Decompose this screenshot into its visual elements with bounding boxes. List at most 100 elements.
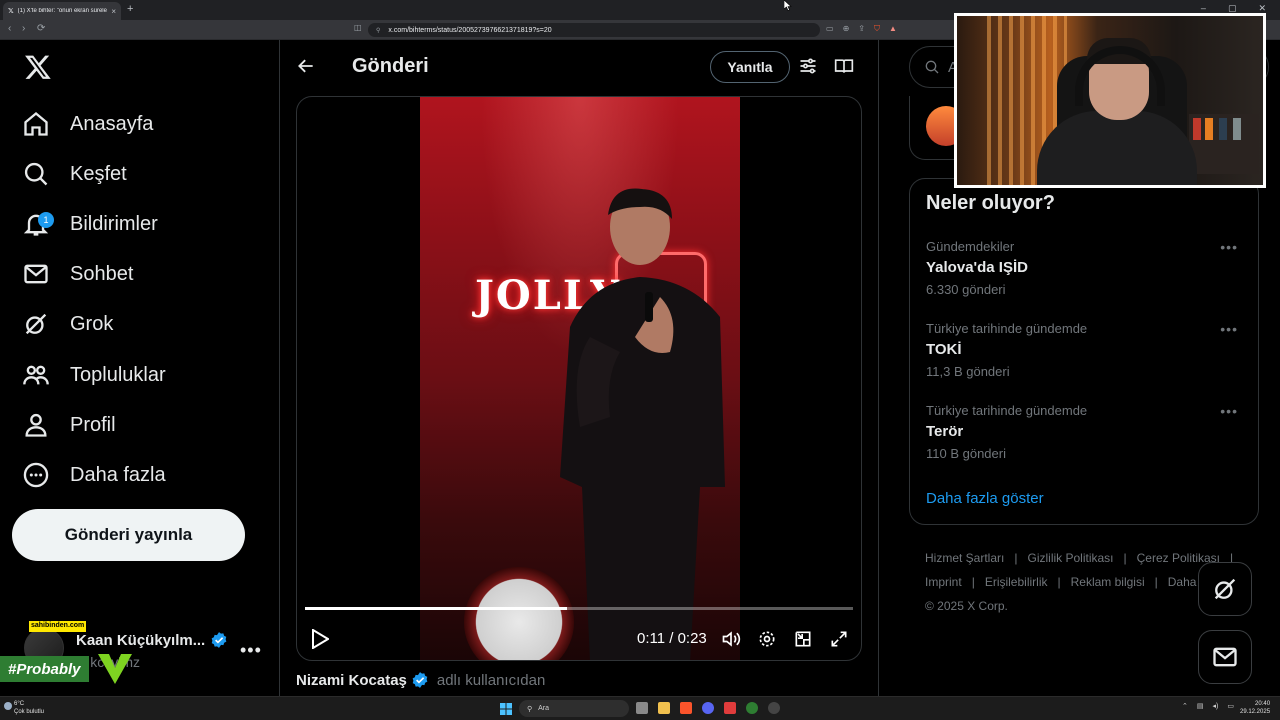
- page-title: Gönderi: [352, 55, 429, 77]
- network-icon[interactable]: ▤: [1197, 702, 1204, 710]
- footer-link[interactable]: Erişilebilirlik: [985, 575, 1048, 589]
- file-explorer-icon[interactable]: [658, 702, 670, 714]
- play-icon[interactable]: [311, 629, 329, 649]
- brave-rewards-icon[interactable]: ▲: [889, 24, 897, 34]
- sidebar-item-label: Topluluklar: [70, 363, 166, 386]
- share-icon[interactable]: ⇪: [858, 24, 865, 34]
- footer-link[interactable]: Imprint: [925, 575, 962, 589]
- footer-link[interactable]: Reklam bilgisi: [1071, 575, 1145, 589]
- video-progress-fill: [305, 607, 567, 610]
- verified-badge-icon: [412, 672, 428, 688]
- trend-count: 11,3 B gönderi: [926, 364, 1010, 379]
- app-icon[interactable]: [746, 702, 758, 714]
- column-divider: [279, 40, 280, 696]
- trend-name: Terör: [926, 423, 964, 440]
- zoom-icon[interactable]: ⊕: [843, 24, 850, 34]
- sidebar-item-more[interactable]: Daha fazla: [22, 455, 166, 495]
- tab-close-icon[interactable]: ×: [111, 7, 116, 16]
- tray-chevron-icon[interactable]: ⌃: [1182, 702, 1188, 710]
- reply-button[interactable]: Yanıtla: [710, 51, 790, 83]
- clock-date: 29.12.2025: [1240, 709, 1271, 715]
- account-name: Kaan Küçükyılm...: [76, 632, 206, 649]
- app-icon[interactable]: [724, 702, 736, 714]
- stream-hashtag-banner: #Probably: [0, 656, 89, 682]
- author-name[interactable]: Nizami Kocataş: [296, 672, 407, 689]
- bookmark-icon[interactable]: ◫: [354, 23, 362, 32]
- search-icon: ⚲: [527, 705, 533, 713]
- cast-icon[interactable]: ▭: [826, 24, 834, 34]
- url-text: x.com/bihterms/status/200527397662137181…: [388, 26, 552, 34]
- brave-shield-icon[interactable]: ⛉: [874, 24, 880, 34]
- trend-count: 110 B gönderi: [926, 446, 1006, 461]
- post-button[interactable]: Gönderi yayınla: [12, 509, 245, 561]
- taskbar-search[interactable]: ⚲ Ara: [519, 700, 629, 717]
- weather-icon: [4, 702, 12, 710]
- footer-link[interactable]: Gizlilik Politikası: [1027, 551, 1113, 565]
- x-logo-icon[interactable]: [24, 52, 52, 82]
- battery-icon[interactable]: ▭: [1227, 702, 1234, 710]
- grok-icon: [1214, 578, 1236, 600]
- volume-icon[interactable]: ◂): [1213, 702, 1219, 710]
- author-note: adlı kullanıcıdan: [436, 671, 546, 689]
- trends-title: Neler oluyor?: [926, 192, 1055, 214]
- video-player[interactable]: JOLLY 0:11 / 0:23: [296, 96, 862, 661]
- adjust-settings-icon[interactable]: [798, 56, 818, 76]
- taskbar-search-label: Ara: [538, 705, 550, 712]
- search-icon: [925, 60, 939, 74]
- back-icon[interactable]: ‹: [8, 23, 11, 34]
- fullscreen-icon[interactable]: [829, 629, 849, 649]
- sidebar-item-communities[interactable]: Topluluklar: [22, 355, 166, 395]
- trend-more-icon[interactable]: •••: [1220, 403, 1238, 419]
- verified-badge-icon: [211, 632, 227, 648]
- trend-item[interactable]: Türkiye tarihinde gündemde TOKİ 11,3 B g…: [926, 321, 1246, 391]
- messages-float-button[interactable]: [1198, 630, 1252, 684]
- browser-tab[interactable]: 𝕏 (1) X'te bihter: "onun ekran sürelerin…: [3, 2, 121, 20]
- search-icon: [24, 162, 48, 186]
- account-more-icon[interactable]: •••: [240, 640, 262, 661]
- trend-name: TOKİ: [926, 341, 962, 358]
- url-field[interactable]: ⚲ x.com/bihterms/status/2005273976621371…: [368, 23, 820, 37]
- windows-start-icon[interactable]: [500, 703, 512, 715]
- video-progress-bar[interactable]: [305, 607, 853, 610]
- forward-icon[interactable]: ›: [22, 23, 25, 34]
- trends-panel: Neler oluyor? Gündemdekiler Yalova'da IŞ…: [909, 178, 1259, 525]
- sidebar-item-home[interactable]: Anasayfa: [22, 104, 153, 144]
- sidebar-item-explore[interactable]: Keşfet: [22, 154, 127, 194]
- sidebar-item-label: Keşfet: [70, 162, 127, 185]
- grok-float-button[interactable]: [1198, 562, 1252, 616]
- discord-icon[interactable]: [702, 702, 714, 714]
- sidebar-item-label: Profil: [70, 413, 116, 436]
- task-view-icon[interactable]: [636, 702, 648, 714]
- taskbar-clock[interactable]: 20:40 29.12.2025: [1240, 700, 1270, 716]
- trend-category: Türkiye tarihinde gündemde: [926, 403, 1088, 418]
- video-time: 0:11 / 0:23: [637, 630, 707, 647]
- more-icon: [23, 462, 49, 488]
- taskbar-apps: [636, 702, 780, 714]
- reader-mode-icon[interactable]: [834, 56, 854, 76]
- picture-in-picture-icon[interactable]: [793, 629, 813, 649]
- back-arrow-icon[interactable]: [296, 56, 316, 76]
- footer-link[interactable]: Hizmet Şartları: [925, 551, 1004, 565]
- footer-separator: |: [1057, 575, 1061, 589]
- trend-more-icon[interactable]: •••: [1220, 239, 1238, 255]
- settings-gear-icon[interactable]: [757, 629, 777, 649]
- sidebar-item-notifications[interactable]: 1 Bildirimler: [22, 204, 158, 244]
- check-v-logo-icon: [98, 654, 132, 684]
- new-tab-button[interactable]: +: [127, 3, 133, 15]
- brave-browser-icon[interactable]: [680, 702, 692, 714]
- volume-icon[interactable]: [721, 629, 741, 649]
- grok-icon: [25, 313, 47, 335]
- obs-icon[interactable]: [768, 702, 780, 714]
- reload-icon[interactable]: ⟳: [37, 23, 45, 34]
- communities-icon: [23, 365, 49, 385]
- trend-item[interactable]: Gündemdekiler Yalova'da IŞİD 6.330 gönde…: [926, 239, 1246, 309]
- site-info-icon[interactable]: ⚲: [376, 27, 380, 34]
- sidebar-item-profile[interactable]: Profil: [22, 405, 116, 445]
- sidebar-item-grok[interactable]: Grok: [22, 304, 113, 344]
- trend-item[interactable]: Türkiye tarihinde gündemde Terör 110 B g…: [926, 403, 1246, 473]
- mouse-cursor-icon: [784, 0, 792, 11]
- weather-widget[interactable]: 6°C Çok bulutlu: [14, 700, 44, 716]
- trend-more-icon[interactable]: •••: [1220, 321, 1238, 337]
- show-more-link[interactable]: Daha fazla göster: [926, 490, 1044, 507]
- sidebar-item-chat[interactable]: Sohbet: [22, 254, 133, 294]
